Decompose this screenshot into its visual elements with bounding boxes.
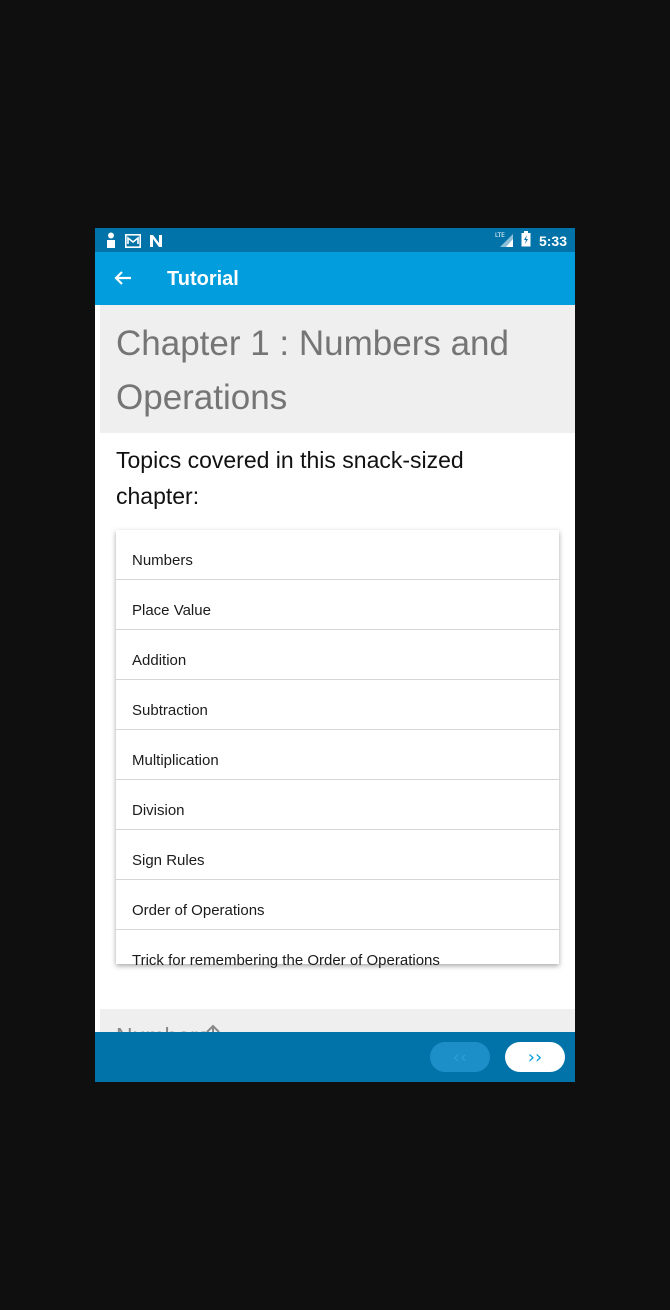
lte-signal-icon: LTE xyxy=(495,231,513,251)
topic-item-subtraction[interactable]: Subtraction xyxy=(116,680,559,730)
chapter-header: Chapter 1 : Numbers and Operations xyxy=(100,305,575,433)
device-screen: LTE 5:33 Tutorial Chapter 1 : Numbers an… xyxy=(95,228,575,1082)
app-bar-title: Tutorial xyxy=(167,268,239,290)
bottom-nav-bar: ‹‹ ›› xyxy=(95,1032,575,1082)
topic-item-numbers[interactable]: Numbers xyxy=(116,530,559,580)
topics-list: Numbers Place Value Addition Subtraction… xyxy=(116,530,559,969)
topic-label: Place Value xyxy=(132,602,211,619)
app-bar: Tutorial xyxy=(95,252,575,305)
topics-heading: Topics covered in this snack-sized chapt… xyxy=(116,447,464,509)
n-icon xyxy=(149,233,163,252)
chapter-title: Chapter 1 : Numbers and Operations xyxy=(116,324,509,417)
topic-item-place-value[interactable]: Place Value xyxy=(116,580,559,630)
topic-label: Sign Rules xyxy=(132,852,205,869)
topic-item-division[interactable]: Division xyxy=(116,780,559,830)
topic-label: Subtraction xyxy=(132,702,208,719)
topic-label: Addition xyxy=(132,652,187,669)
status-time: 5:33 xyxy=(538,233,567,249)
topic-item-multiplication[interactable]: Multiplication xyxy=(116,730,559,780)
topic-label: Order of Operations xyxy=(132,902,265,919)
topic-item-order-trick[interactable]: Trick for remembering the Order of Opera… xyxy=(116,930,559,979)
battery-charging-icon xyxy=(521,231,531,251)
topic-label: Division xyxy=(132,802,185,819)
previous-button[interactable]: ‹‹ xyxy=(430,1042,490,1072)
arrow-back-icon xyxy=(114,270,132,290)
svg-text:LTE: LTE xyxy=(495,232,505,239)
topic-item-sign-rules[interactable]: Sign Rules xyxy=(116,830,559,880)
back-button[interactable] xyxy=(109,266,137,294)
system-status: LTE 5:33 xyxy=(495,231,567,251)
notification-icons xyxy=(105,232,163,252)
status-bar: LTE 5:33 xyxy=(95,228,575,252)
next-button[interactable]: ›› xyxy=(505,1042,565,1072)
next-section-title: Numbers xyxy=(116,1023,209,1032)
arrow-up-icon[interactable] xyxy=(204,1023,222,1032)
topic-label: Numbers xyxy=(132,552,193,569)
mail-icon xyxy=(125,233,141,252)
topic-item-addition[interactable]: Addition xyxy=(116,630,559,680)
tutorial-content[interactable]: Chapter 1 : Numbers and Operations Topic… xyxy=(95,305,575,1032)
topic-label: Trick for remembering the Order of Opera… xyxy=(132,952,440,969)
topic-item-order-of-operations[interactable]: Order of Operations xyxy=(116,880,559,930)
topic-label: Multiplication xyxy=(132,752,219,769)
next-section-header: Numbers xyxy=(100,1009,575,1032)
person-icon xyxy=(105,232,117,252)
